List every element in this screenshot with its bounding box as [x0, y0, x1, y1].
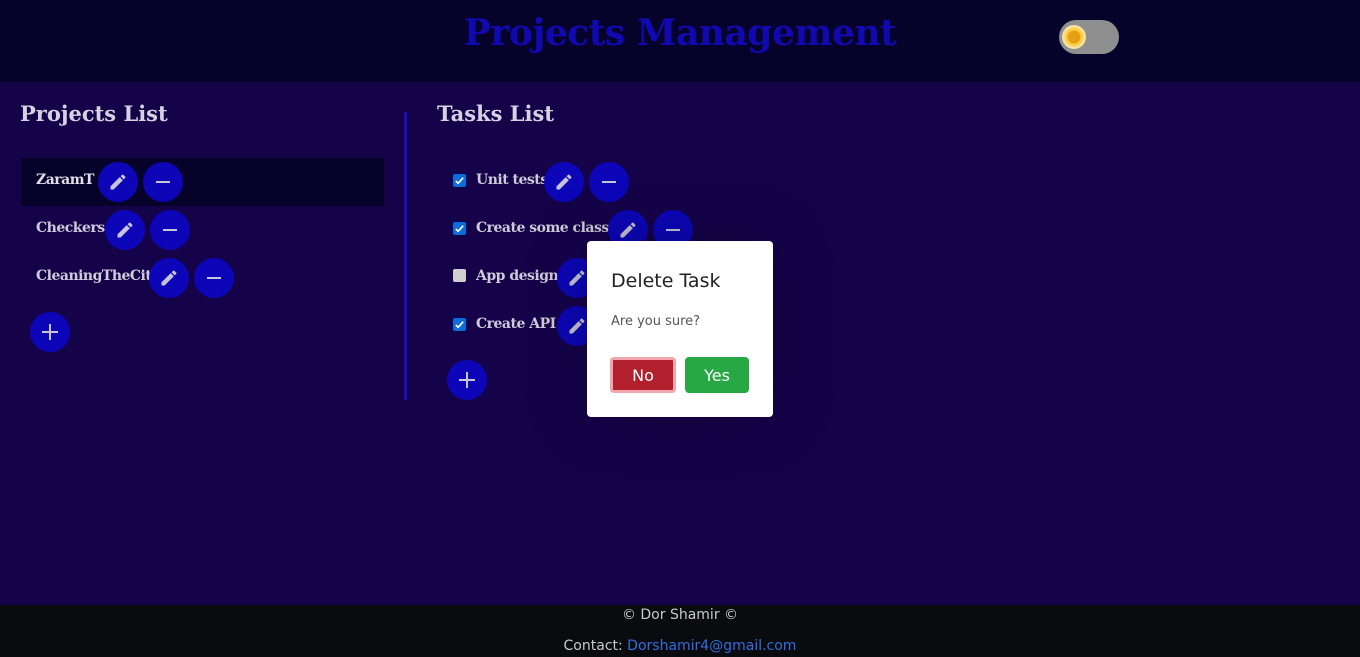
footer: © Dor Shamir © Contact: Dorshamir4@gmail…: [0, 605, 1360, 657]
app-header: Projects Management: [0, 0, 1360, 82]
delete-task-dialog: Delete Task Are you sure? No Yes: [587, 241, 773, 417]
plus-icon: [459, 372, 475, 388]
theme-toggle[interactable]: [1059, 20, 1119, 54]
remove-project-button[interactable]: [150, 210, 190, 250]
task-item-label: Create some classes: [476, 220, 625, 236]
remove-project-button[interactable]: [194, 258, 234, 298]
pencil-icon: [117, 222, 133, 238]
pencil-icon: [620, 222, 636, 238]
task-checkbox[interactable]: [453, 222, 466, 235]
checkmark-icon: [455, 225, 464, 233]
task-checkbox[interactable]: [453, 269, 466, 282]
yes-button[interactable]: Yes: [685, 357, 749, 393]
checkmark-icon: [455, 177, 464, 185]
add-task-button[interactable]: [447, 360, 487, 400]
task-checkbox[interactable]: [453, 318, 466, 331]
minus-icon: [207, 277, 221, 279]
project-item-label[interactable]: ZaramT: [36, 172, 94, 188]
pencil-icon: [161, 270, 177, 286]
checkmark-icon: [455, 321, 464, 329]
add-project-button[interactable]: [30, 312, 70, 352]
footer-contact: Contact: Dorshamir4@gmail.com: [0, 638, 1360, 654]
no-button[interactable]: No: [610, 357, 676, 393]
dialog-title: Delete Task: [611, 270, 721, 292]
sun-icon: [1062, 25, 1086, 49]
edit-project-button[interactable]: [149, 258, 189, 298]
tasks-list-title: Tasks List: [437, 101, 554, 126]
remove-project-button[interactable]: [143, 162, 183, 202]
minus-icon: [156, 181, 170, 183]
contact-label: Contact:: [563, 638, 623, 654]
task-item-label: Unit tests: [476, 172, 548, 188]
minus-icon: [666, 229, 680, 231]
project-item-label[interactable]: Checkers: [36, 220, 105, 236]
projects-list-title: Projects List: [20, 101, 168, 126]
minus-icon: [163, 229, 177, 231]
edit-project-button[interactable]: [98, 162, 138, 202]
minus-icon: [602, 181, 616, 183]
app-title: Projects Management: [463, 12, 897, 54]
plus-icon: [42, 324, 58, 340]
pencil-icon: [569, 270, 585, 286]
task-item-label: Create API: [476, 316, 556, 332]
dialog-message: Are you sure?: [611, 314, 701, 329]
edit-project-button[interactable]: [105, 210, 145, 250]
footer-copyright: © Dor Shamir ©: [621, 607, 739, 623]
edit-task-button[interactable]: [544, 162, 584, 202]
email-link[interactable]: Dorshamir4@gmail.com: [627, 638, 796, 654]
pencil-icon: [569, 318, 585, 334]
project-item-label[interactable]: CleaningTheCity: [36, 268, 159, 284]
pencil-icon: [110, 174, 126, 190]
task-item-label: App design: [476, 268, 559, 284]
pencil-icon: [556, 174, 572, 190]
section-divider: [404, 112, 407, 400]
remove-task-button[interactable]: [589, 162, 629, 202]
task-checkbox[interactable]: [453, 174, 466, 187]
